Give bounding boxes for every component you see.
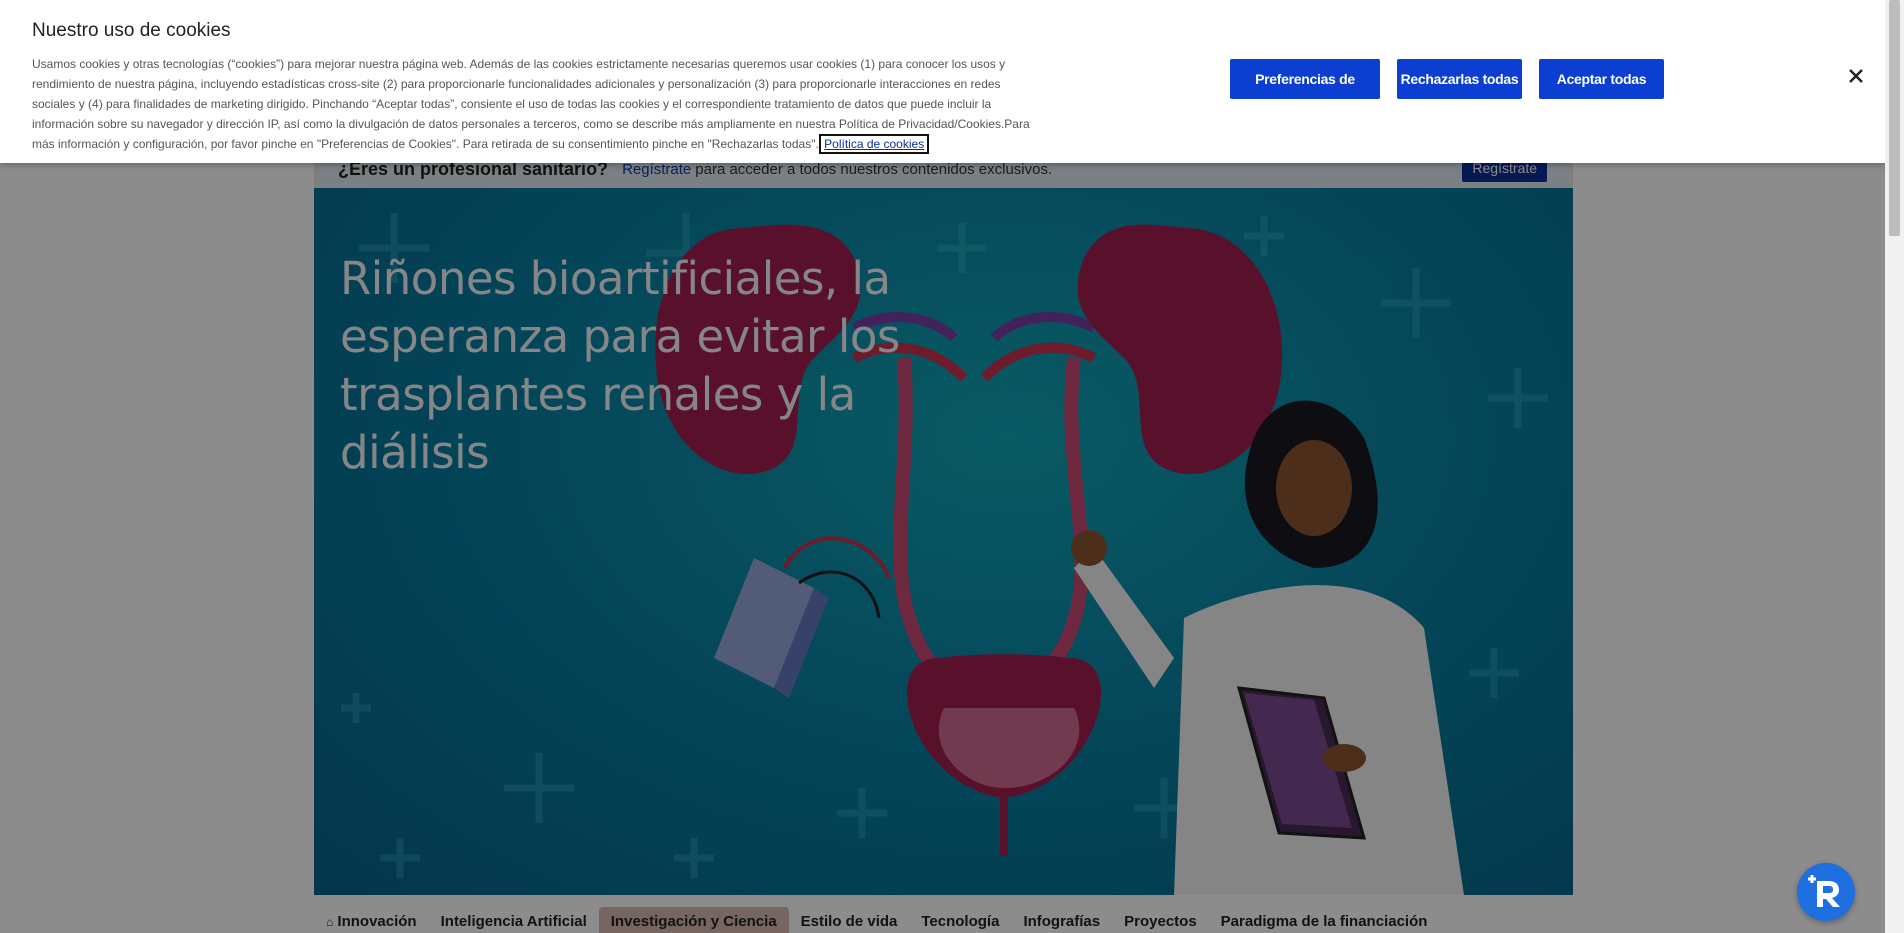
vertical-scrollbar[interactable] <box>1885 0 1904 933</box>
cookie-banner-title: Nuestro uso de cookies <box>32 20 231 41</box>
reject-all-button[interactable]: Rechazarlas todas <box>1397 59 1522 99</box>
chat-assistant-icon <box>1808 875 1840 907</box>
chat-assistant-button[interactable] <box>1797 863 1855 921</box>
cookie-preferences-button[interactable]: Preferencias de cookies <box>1230 59 1380 127</box>
close-icon[interactable] <box>1846 66 1866 86</box>
cookie-banner: Nuestro uso de cookies Usamos cookies y … <box>0 0 1885 163</box>
accept-all-button[interactable]: Aceptar todas <box>1539 59 1664 99</box>
scrollbar-thumb[interactable] <box>1889 0 1900 236</box>
cookie-policy-link[interactable]: Política de cookies <box>819 134 930 154</box>
cookie-banner-text: Usamos cookies y otras tecnologías (“coo… <box>32 54 1032 154</box>
